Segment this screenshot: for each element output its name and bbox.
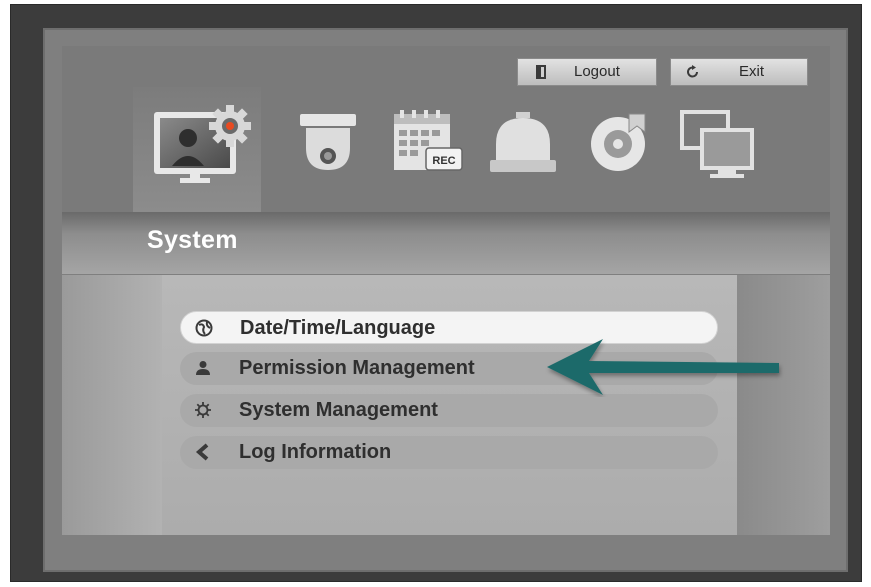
door-icon: [534, 59, 548, 85]
backup-disc-icon[interactable]: [585, 108, 655, 174]
menu-item-system-management[interactable]: System Management: [180, 394, 718, 427]
menu-item-label: Date/Time/Language: [240, 317, 436, 339]
user-icon: [194, 359, 212, 377]
menu-item-label: System Management: [239, 399, 438, 421]
menu-area: Date/Time/Language Permission Management…: [162, 275, 737, 535]
content-side-left: [62, 275, 162, 535]
content-side-right: [737, 275, 830, 535]
log-icon: [194, 443, 212, 461]
section-banner: System: [62, 212, 830, 274]
record-calendar-icon[interactable]: REC: [392, 108, 464, 174]
network-monitors-icon[interactable]: [680, 108, 756, 180]
content-panel: Date/Time/Language Permission Management…: [62, 275, 830, 535]
exit-label: Exit: [739, 63, 765, 80]
exit-arrow-icon: [685, 59, 701, 85]
dome-camera-icon[interactable]: [298, 112, 358, 174]
menu-item-log-information[interactable]: Log Information: [180, 436, 718, 469]
section-title: System: [147, 226, 238, 254]
event-alarm-icon[interactable]: [488, 110, 558, 176]
logout-label: Logout: [574, 63, 620, 80]
system-settings-icon[interactable]: [150, 100, 255, 190]
globe-icon: [195, 319, 213, 337]
menu-item-label: Permission Management: [239, 357, 475, 379]
exit-button[interactable]: Exit: [670, 58, 808, 86]
logout-button[interactable]: Logout: [517, 58, 657, 86]
rec-badge: REC: [432, 155, 455, 167]
menu-item-label: Log Information: [239, 441, 392, 463]
callout-arrow: [547, 339, 779, 395]
gear-icon: [194, 401, 212, 419]
